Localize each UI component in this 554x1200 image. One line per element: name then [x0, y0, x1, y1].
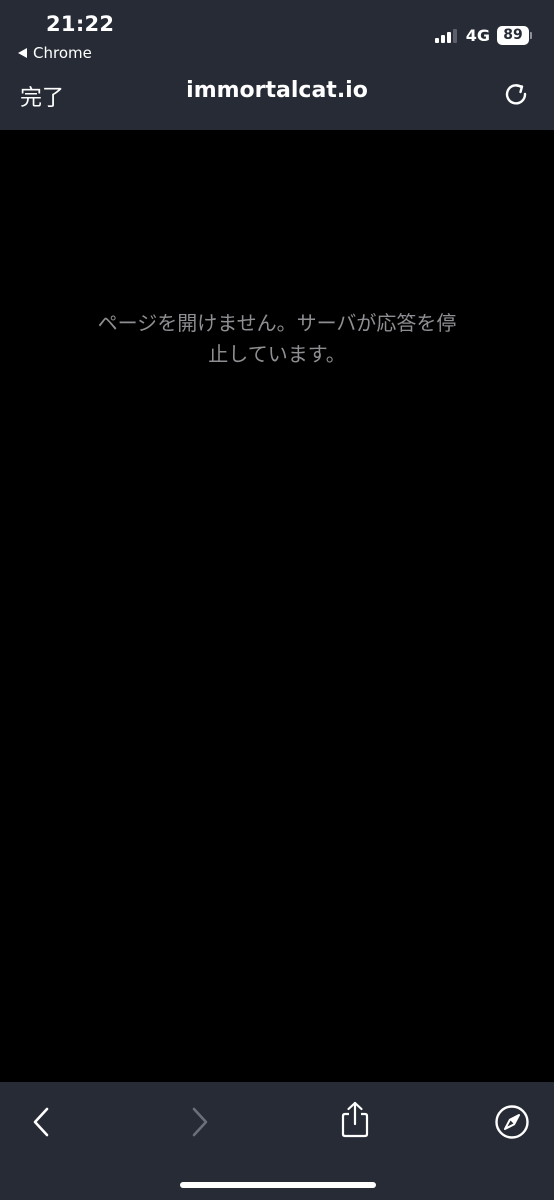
- chevron-left-icon: [33, 1107, 49, 1137]
- reload-button[interactable]: [500, 78, 532, 110]
- page-url: immortalcat.io: [186, 78, 368, 103]
- battery-tip: [530, 31, 532, 39]
- error-message-line-1: ページを開けません。サーバが応答を停: [97, 311, 457, 335]
- open-in-safari-button[interactable]: [492, 1102, 532, 1142]
- back-triangle-icon: [18, 48, 27, 58]
- signal-bar: [446, 32, 451, 43]
- compass-icon: [495, 1105, 529, 1139]
- cellular-signal-icon: [433, 27, 457, 43]
- done-button[interactable]: 完了: [20, 80, 64, 112]
- back-to-app-link[interactable]: Chrome: [18, 43, 92, 63]
- signal-bar: [434, 38, 439, 43]
- signal-bar: [452, 29, 457, 43]
- error-message: ページを開けません。サーバが応答を停 止しています。: [62, 308, 492, 370]
- status-time: 21:22: [46, 12, 115, 36]
- chevron-right-icon: [192, 1107, 208, 1137]
- share-button[interactable]: [335, 1100, 375, 1140]
- status-indicators: 4G 89: [433, 24, 532, 46]
- bottom-toolbar: [0, 1082, 554, 1200]
- share-icon: [341, 1101, 369, 1138]
- battery-level: 89: [497, 25, 529, 45]
- web-content: ページを開けません。サーバが応答を停 止しています。: [0, 130, 554, 1082]
- back-app-label: Chrome: [33, 44, 92, 62]
- signal-bar: [440, 35, 445, 43]
- network-type: 4G: [465, 25, 490, 45]
- forward-button[interactable]: [180, 1102, 220, 1142]
- screen: 21:22 Chrome 4G 89 完了 immortalcat.io ページ…: [0, 0, 554, 1200]
- error-message-line-2: 止しています。: [208, 342, 346, 366]
- reload-icon: [505, 84, 527, 105]
- home-indicator: [180, 1182, 376, 1188]
- top-bar: 21:22 Chrome 4G 89 完了 immortalcat.io: [0, 0, 554, 130]
- back-button[interactable]: [21, 1102, 61, 1142]
- battery-icon: 89: [497, 25, 532, 45]
